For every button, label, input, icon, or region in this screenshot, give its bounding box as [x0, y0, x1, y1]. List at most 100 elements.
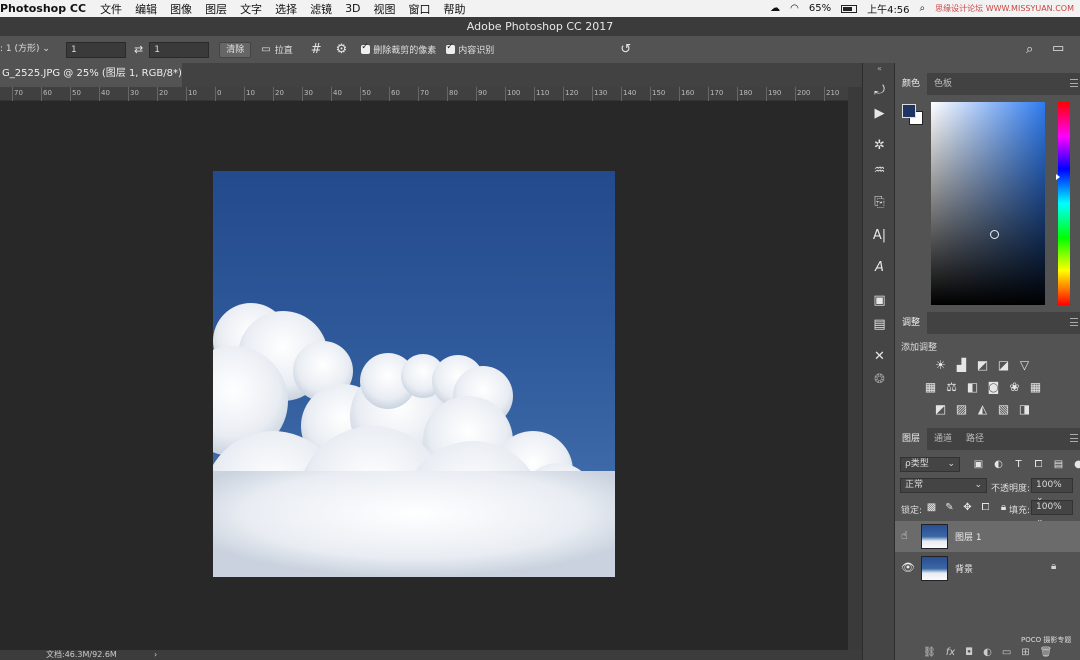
hue-saturation-icon[interactable]: ▦: [923, 381, 938, 394]
filter-toggle-icon[interactable]: ●: [1071, 458, 1080, 471]
actions-play-icon[interactable]: ▶: [863, 106, 896, 121]
menu-window[interactable]: 窗口: [409, 1, 431, 17]
menu-select[interactable]: 选择: [275, 1, 297, 17]
channel-mixer-icon[interactable]: ❀: [1007, 381, 1022, 394]
color-balance-icon[interactable]: ⚖: [944, 381, 959, 394]
menu-file[interactable]: 文件: [100, 1, 122, 17]
layer-filter-select[interactable]: ρ类型 ⌄: [900, 457, 960, 472]
properties-icon[interactable]: ▣: [863, 293, 896, 308]
app-menu[interactable]: Photoshop CC: [0, 2, 86, 15]
layer-name[interactable]: 图层 1: [955, 530, 982, 543]
tab-adjustments[interactable]: 调整: [895, 312, 928, 334]
lock-transparent-icon[interactable]: ▩: [924, 501, 939, 514]
threshold-icon[interactable]: ◭: [975, 403, 990, 416]
collapse-icon[interactable]: «: [863, 64, 896, 73]
hue-slider-handle[interactable]: [1056, 174, 1060, 180]
color-lookup-icon[interactable]: ▦: [1028, 381, 1043, 394]
clock[interactable]: 上午4:56: [867, 1, 909, 16]
tab-color[interactable]: 颜色: [895, 73, 928, 95]
notes-icon[interactable]: ▤: [863, 317, 896, 332]
menu-help[interactable]: 帮助: [444, 1, 466, 17]
new-group-icon[interactable]: ▭: [1002, 647, 1011, 658]
menu-image[interactable]: 图像: [170, 1, 192, 17]
creative-cloud-icon[interactable]: ☁: [770, 3, 780, 14]
shape-filter-icon[interactable]: ⧠: [1031, 458, 1046, 471]
tab-layers[interactable]: 图层: [895, 428, 928, 450]
menu-layer[interactable]: 图层: [205, 1, 227, 17]
horizontal-ruler[interactable]: 70 60 50 40 30 20 10 0 10 20 30 40 50 60 70 80 90 100 110 1…: [0, 87, 864, 101]
chevron-right-icon[interactable]: ›: [154, 650, 157, 660]
workspace-icon[interactable]: ▭: [1052, 41, 1064, 56]
battery-icon[interactable]: [841, 4, 858, 13]
hue-slider[interactable]: [1056, 102, 1070, 305]
straighten-icon[interactable]: ▭: [261, 44, 270, 55]
photo-filter-icon[interactable]: ◙: [986, 381, 1001, 394]
lock-position-icon[interactable]: ✥: [960, 501, 975, 514]
panel-menu-icon[interactable]: [1070, 318, 1078, 326]
menu-view[interactable]: 视图: [374, 1, 396, 17]
brightness-icon[interactable]: ☀: [933, 359, 948, 372]
clone-source-icon[interactable]: ⎘: [863, 195, 896, 210]
exposure-icon[interactable]: ◪: [996, 359, 1011, 372]
invert-icon[interactable]: ◩: [933, 403, 948, 416]
color-picker-cursor[interactable]: [990, 230, 999, 239]
curves-icon[interactable]: ◩: [975, 359, 990, 372]
eye-icon[interactable]: 👁︎: [901, 561, 915, 574]
adjustment-filter-icon[interactable]: ◐: [991, 458, 1006, 471]
history-icon[interactable]: ⤾: [863, 83, 896, 98]
search-icon[interactable]: ⌕: [1026, 42, 1033, 57]
ratio-width-input[interactable]: 1: [66, 41, 126, 58]
extension-icon[interactable]: ❂: [863, 372, 896, 387]
layer-name[interactable]: 背景: [955, 562, 973, 575]
black-white-icon[interactable]: ◧: [965, 381, 980, 394]
levels-icon[interactable]: ▟: [954, 359, 969, 372]
lock-image-icon[interactable]: ✎: [942, 501, 957, 514]
color-picker-field[interactable]: [931, 102, 1045, 305]
character-icon[interactable]: A|: [863, 228, 896, 243]
layer-row-background[interactable]: 👁︎ 背景 🔒︎: [895, 553, 1080, 584]
foreground-color-swatch[interactable]: [902, 104, 916, 118]
delete-cropped-checkbox[interactable]: 删除裁剪的像素: [361, 42, 436, 56]
tools-icon[interactable]: ✕: [863, 349, 896, 364]
document-tab[interactable]: G_2525.JPG @ 25% (图层 1, RGB/8*) *: [0, 63, 182, 87]
brushes-icon[interactable]: ♒: [863, 163, 896, 178]
menu-type[interactable]: 文字: [240, 1, 262, 17]
clear-button[interactable]: 清除: [219, 41, 252, 58]
link-layers-icon[interactable]: ⛓: [923, 647, 936, 658]
brush-settings-icon[interactable]: ✲: [863, 138, 896, 153]
swap-icon[interactable]: ⇄: [134, 43, 143, 56]
add-mask-icon[interactable]: ◘: [965, 647, 973, 658]
trash-icon[interactable]: 🗑︎: [1040, 647, 1053, 658]
fx-icon[interactable]: fx: [946, 647, 955, 658]
reset-icon[interactable]: ↺: [620, 42, 631, 57]
gear-icon[interactable]: ⚙: [336, 42, 348, 57]
type-filter-icon[interactable]: T: [1011, 458, 1026, 471]
opacity-input[interactable]: 100% ⌄: [1031, 478, 1073, 503]
tab-paths[interactable]: 路径: [959, 428, 991, 450]
new-adjustment-icon[interactable]: ◐: [983, 647, 992, 658]
content-aware-checkbox[interactable]: 内容识别: [446, 42, 494, 56]
tab-channels[interactable]: 通道: [927, 428, 959, 450]
pixel-filter-icon[interactable]: ▣: [971, 458, 986, 471]
vibrance-icon[interactable]: ▽: [1017, 359, 1032, 372]
panel-menu-icon[interactable]: [1070, 79, 1078, 87]
menu-filter[interactable]: 滤镜: [310, 1, 332, 17]
blend-mode-select[interactable]: 正常 ⌄: [900, 478, 987, 493]
vertical-scrollbar[interactable]: [848, 87, 862, 650]
ratio-preset-select[interactable]: : 1 (方形) ⌄: [0, 41, 62, 58]
gradient-map-icon[interactable]: ▧: [996, 403, 1011, 416]
layer-row-1[interactable]: ☝ 图层 1: [895, 521, 1080, 552]
straighten-label[interactable]: 拉直: [275, 43, 293, 56]
wifi-icon[interactable]: ◠: [790, 3, 799, 14]
ratio-height-input[interactable]: 1: [149, 41, 210, 58]
spotlight-icon[interactable]: ⌕: [920, 3, 926, 14]
lock-artboard-icon[interactable]: ⧠: [978, 501, 993, 514]
fill-input[interactable]: 100% ⌄: [1031, 500, 1073, 525]
selective-color-icon[interactable]: ◨: [1017, 403, 1032, 416]
document-size[interactable]: 文档:46.3M/92.6M: [46, 650, 117, 660]
menu-3d[interactable]: 3D: [345, 2, 360, 15]
tab-swatches[interactable]: 色板: [927, 73, 959, 95]
new-layer-icon[interactable]: ⊞: [1021, 647, 1029, 658]
sky-cloud-image[interactable]: [213, 171, 615, 577]
color-swatch-pair[interactable]: [902, 104, 924, 126]
